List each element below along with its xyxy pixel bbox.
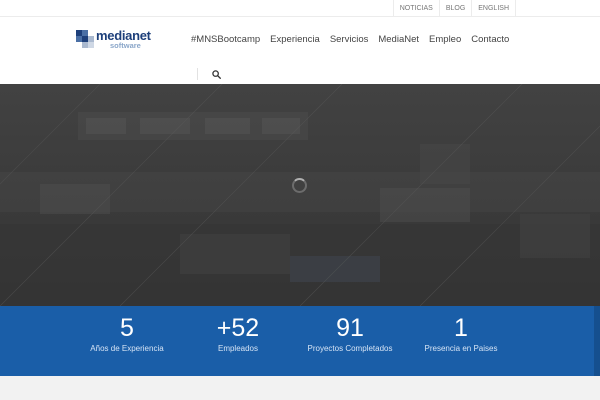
stats-band: 5 Años de Experiencia +52 Empleados 91 P… [0, 306, 600, 376]
stat-label: Presencia en Paises [424, 344, 498, 353]
nav-item-mnsbootcamp[interactable]: #MNSBootcamp [186, 34, 265, 46]
nav-item-medianet[interactable]: MediaNet [373, 34, 424, 46]
stat-value: 5 [120, 314, 134, 342]
search-toggle[interactable] [197, 68, 221, 80]
top-link-english[interactable]: ENGLISH [471, 0, 516, 17]
site-header: medianet software #MNSBootcamp Experienc… [0, 18, 600, 84]
hero-banner [0, 84, 600, 306]
nav-item-experiencia[interactable]: Experiencia [265, 34, 325, 46]
nav-item-contacto[interactable]: Contacto [466, 34, 514, 46]
stat-employees: +52 Empleados [183, 306, 293, 376]
hero-background-image [0, 84, 600, 306]
nav-item-servicios[interactable]: Servicios [325, 34, 374, 46]
stat-countries: 1 Presencia en Paises [406, 306, 516, 376]
stat-projects: 91 Proyectos Completados [295, 306, 405, 376]
stat-value: 91 [336, 314, 364, 342]
logo-subtext: software [110, 41, 141, 50]
loading-spinner-icon [292, 178, 307, 193]
stat-value: +52 [216, 314, 260, 342]
top-link-noticias[interactable]: NOTICIAS [392, 0, 439, 17]
stats-band-edge [594, 306, 600, 376]
next-section-strip [0, 376, 600, 400]
main-nav: #MNSBootcamp Experiencia Servicios Media… [186, 34, 514, 46]
stat-label: Proyectos Completados [307, 344, 393, 353]
top-links: NOTICIAS BLOG ENGLISH [392, 0, 516, 17]
stat-value: 1 [454, 314, 468, 342]
stat-experience: 5 Años de Experiencia [72, 306, 182, 376]
top-utility-bar: NOTICIAS BLOG ENGLISH [0, 0, 600, 17]
search-icon [212, 70, 221, 79]
stat-label: Empleados [217, 344, 259, 353]
stat-label: Años de Experiencia [90, 344, 164, 353]
logo-mark-icon [76, 30, 94, 48]
top-link-blog[interactable]: BLOG [438, 0, 471, 17]
brand-logo[interactable]: medianet software [76, 29, 158, 55]
nav-item-empleo[interactable]: Empleo [424, 34, 466, 46]
